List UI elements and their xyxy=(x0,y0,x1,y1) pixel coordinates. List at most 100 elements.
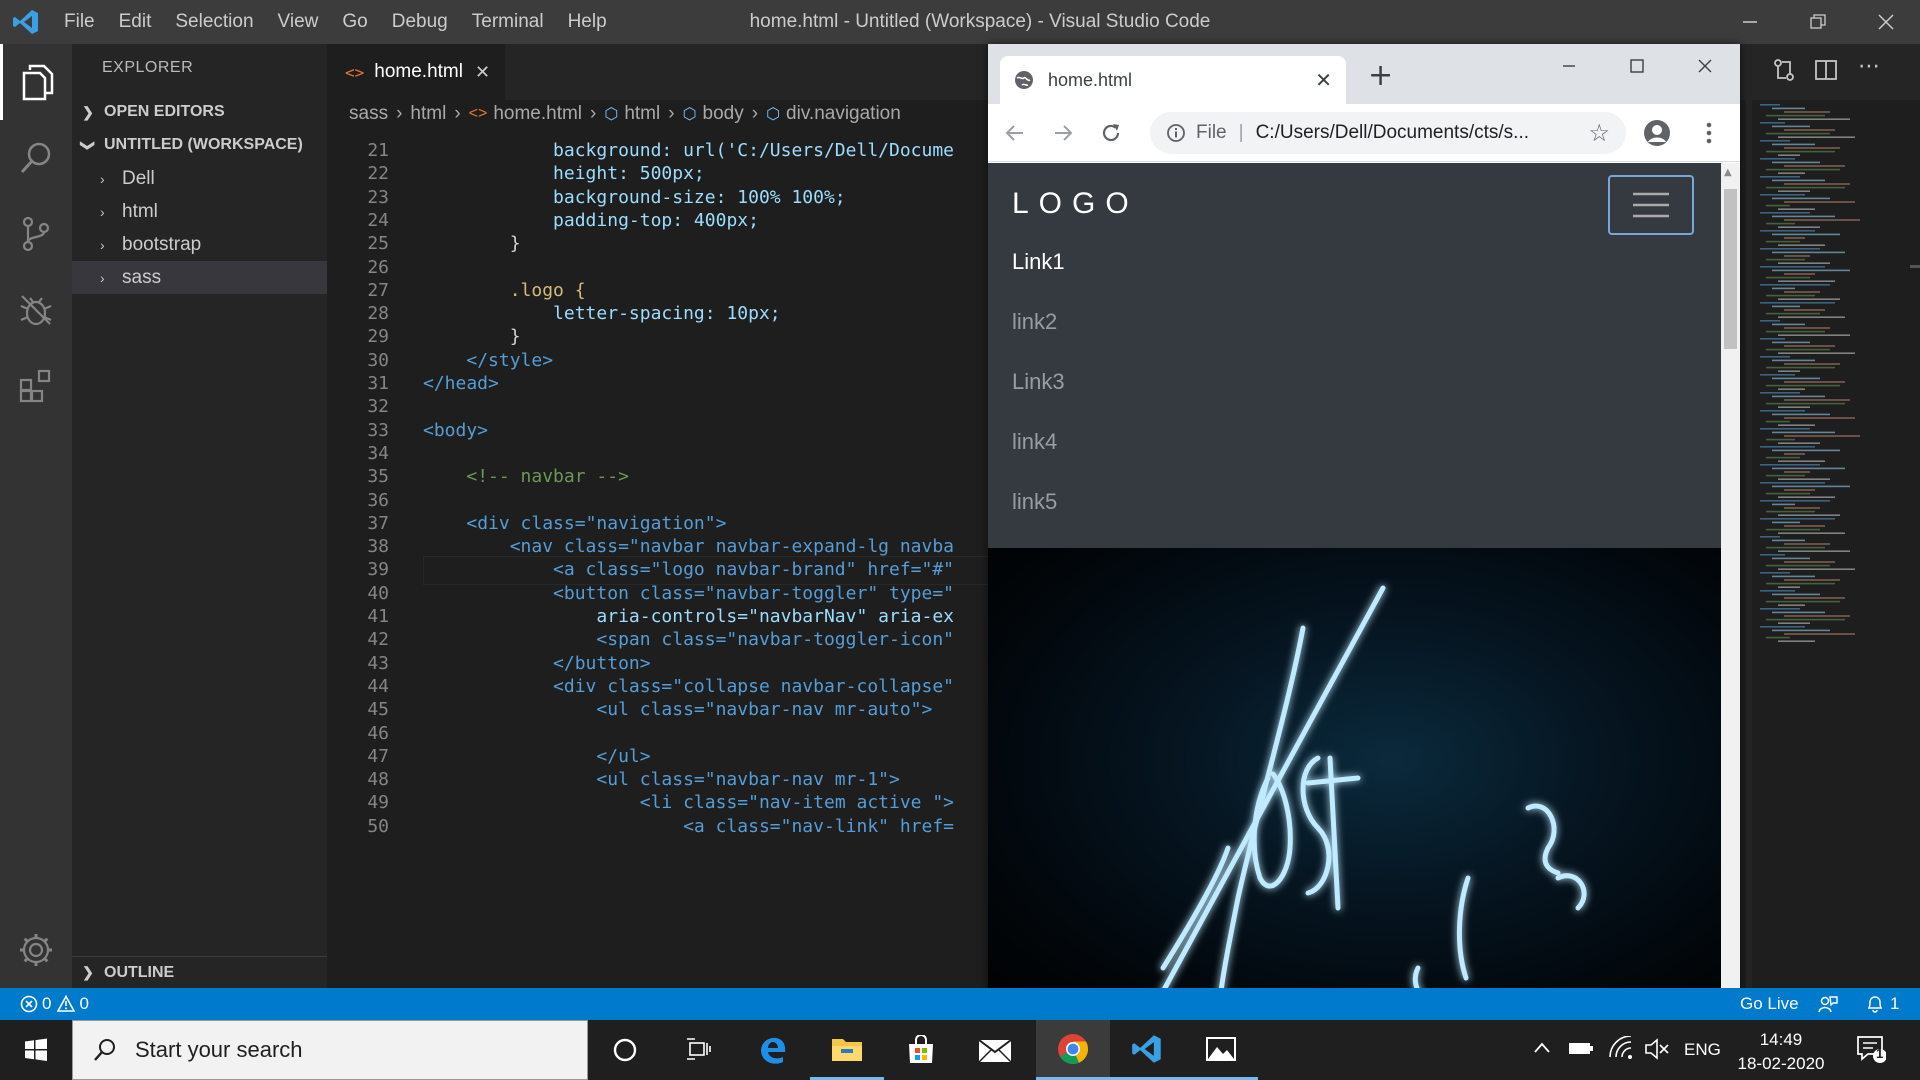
close-tab-icon[interactable]: ✕ xyxy=(1315,68,1332,93)
tree-item-sass[interactable]: › sass xyxy=(72,261,327,294)
close-tab-icon[interactable]: ✕ xyxy=(475,62,490,83)
account-icon xyxy=(1644,120,1670,146)
menu-debug[interactable]: Debug xyxy=(380,11,460,33)
workspace-section[interactable]: ❯ UNTITLED (WORKSPACE) xyxy=(72,129,327,161)
page-scrollbar[interactable]: ▲ ▼ xyxy=(1721,163,1740,1019)
navbar-toggler-button[interactable] xyxy=(1608,175,1694,235)
breadcrumb-item[interactable]: html xyxy=(624,103,660,125)
browser-close-button[interactable] xyxy=(1671,44,1739,88)
browser-minimize-button[interactable] xyxy=(1535,44,1603,88)
site-logo[interactable]: LOGO xyxy=(1012,187,1139,221)
photos-button[interactable] xyxy=(1184,1020,1258,1080)
title-bar: File Edit Selection View Go Debug Termin… xyxy=(0,0,1920,44)
tree-item-html[interactable]: › html xyxy=(72,195,327,228)
breadcrumb-item[interactable]: div.navigation xyxy=(786,103,901,125)
code-text: height: 500px; xyxy=(553,163,705,185)
explorer-activity[interactable] xyxy=(0,44,72,120)
task-view-button[interactable] xyxy=(662,1020,736,1080)
more-actions-icon[interactable]: ⋯ xyxy=(1858,54,1880,79)
feedback-button[interactable] xyxy=(1818,988,1838,1020)
taskbar-search[interactable]: Start your search xyxy=(72,1020,588,1080)
tree-item-label: Dell xyxy=(122,167,155,189)
breadcrumb-item[interactable]: body xyxy=(703,103,744,125)
nav-link-2[interactable]: link2 xyxy=(1012,309,1057,335)
forward-button[interactable] xyxy=(1046,116,1080,150)
menu-file[interactable]: File xyxy=(52,11,107,33)
outline-section[interactable]: ❯ OUTLINE xyxy=(72,956,327,988)
bookmark-star-icon[interactable]: ☆ xyxy=(1588,119,1610,148)
manage-activity[interactable] xyxy=(0,912,72,988)
menu-selection[interactable]: Selection xyxy=(163,11,265,33)
restore-button[interactable] xyxy=(1784,0,1852,44)
search-activity[interactable] xyxy=(0,120,72,196)
go-live-button[interactable]: Go Live xyxy=(1740,988,1799,1020)
code-text: <button class="navbar-toggler" type=" xyxy=(553,582,955,604)
notifications-button[interactable]: 1 xyxy=(1866,988,1899,1020)
address-bar[interactable]: File | C:/Users/Dell/Documents/cts/s... … xyxy=(1150,112,1626,154)
menu-terminal[interactable]: Terminal xyxy=(460,11,556,33)
minimap-line xyxy=(1760,194,1805,196)
nav-link-1[interactable]: Link1 xyxy=(1012,249,1065,275)
profile-button[interactable] xyxy=(1640,116,1674,150)
minimap-line xyxy=(1760,392,1800,394)
url-scheme-label: File xyxy=(1196,122,1227,143)
tree-item-bootstrap[interactable]: › bootstrap xyxy=(72,228,327,261)
breadcrumb-item[interactable]: home.html xyxy=(493,103,582,125)
volume-muted-icon[interactable] xyxy=(1644,1037,1670,1066)
vscode-taskbar-button[interactable] xyxy=(1110,1020,1184,1080)
problems-indicator[interactable]: 0 0 xyxy=(20,988,89,1020)
battery-icon[interactable] xyxy=(1568,1038,1594,1063)
code-line[interactable]: 50 <a class="nav-link" href= xyxy=(327,813,990,842)
system-clock[interactable]: 14:49 18-02-2020 xyxy=(1716,1028,1846,1076)
wifi-icon[interactable] xyxy=(1608,1035,1634,1065)
source-control-activity[interactable] xyxy=(0,196,72,272)
minimap-line xyxy=(1778,460,1825,462)
breadcrumb-item[interactable]: sass xyxy=(349,103,388,125)
menu-go[interactable]: Go xyxy=(330,11,379,33)
browser-tab[interactable]: home.html ✕ xyxy=(1000,56,1346,104)
open-changes-button[interactable] xyxy=(1772,58,1796,86)
nav-link-5[interactable]: link5 xyxy=(1012,489,1057,515)
debug-activity[interactable] xyxy=(0,272,72,348)
show-hidden-icons-button[interactable] xyxy=(1532,1038,1552,1063)
store-button[interactable] xyxy=(884,1020,958,1080)
nav-link-3[interactable]: Link3 xyxy=(1012,369,1065,395)
cortana-button[interactable] xyxy=(588,1020,662,1080)
reload-button[interactable] xyxy=(1094,116,1128,150)
edge-button[interactable] xyxy=(736,1020,810,1080)
minimap-line xyxy=(1778,226,1820,228)
minimap-line xyxy=(1760,248,1820,250)
scrollbar-thumb[interactable] xyxy=(1724,189,1737,349)
start-button[interactable] xyxy=(0,1020,72,1080)
compare-icon xyxy=(1774,59,1794,81)
nav-link-4[interactable]: link4 xyxy=(1012,429,1057,455)
action-center-button[interactable]: 1 xyxy=(1856,1034,1887,1069)
file-explorer-button[interactable] xyxy=(810,1020,884,1080)
back-button[interactable] xyxy=(998,116,1032,150)
tree-item-dell[interactable]: › Dell xyxy=(72,162,327,195)
new-tab-button[interactable]: + xyxy=(1368,58,1393,93)
browser-menu-button[interactable] xyxy=(1692,116,1726,150)
menu-view[interactable]: View xyxy=(266,11,331,33)
minimize-button[interactable] xyxy=(1716,0,1784,44)
extensions-activity[interactable] xyxy=(0,348,72,424)
open-editors-section[interactable]: ❯ OPEN EDITORS xyxy=(72,96,327,128)
minimap[interactable] xyxy=(1740,100,1920,988)
minimap-line xyxy=(1772,143,1815,146)
chrome-button[interactable] xyxy=(1036,1020,1110,1080)
menu-edit[interactable]: Edit xyxy=(107,11,164,33)
close-window-button[interactable] xyxy=(1852,0,1920,44)
site-navbar: LOGO Link1 link2 Link3 link4 link5 xyxy=(988,163,1721,548)
tab-home-html[interactable]: <> home.html ✕ xyxy=(327,44,505,100)
mail-button[interactable] xyxy=(958,1020,1032,1080)
minimap-line xyxy=(1760,320,1780,322)
scroll-up-icon[interactable]: ▲ xyxy=(1724,167,1732,178)
browser-maximize-button[interactable] xyxy=(1603,44,1671,88)
breadcrumb-item[interactable]: html xyxy=(410,103,446,125)
code-editor[interactable]: 21 background: url('C:/Users/Dell/Docume… xyxy=(327,137,990,988)
browser-toolbar: File | C:/Users/Dell/Documents/cts/s... … xyxy=(988,104,1740,162)
split-editor-button[interactable] xyxy=(1814,58,1838,86)
explorer-sidebar: EXPLORER ❯ OPEN EDITORS ❯ UNTITLED (WORK… xyxy=(72,44,327,988)
